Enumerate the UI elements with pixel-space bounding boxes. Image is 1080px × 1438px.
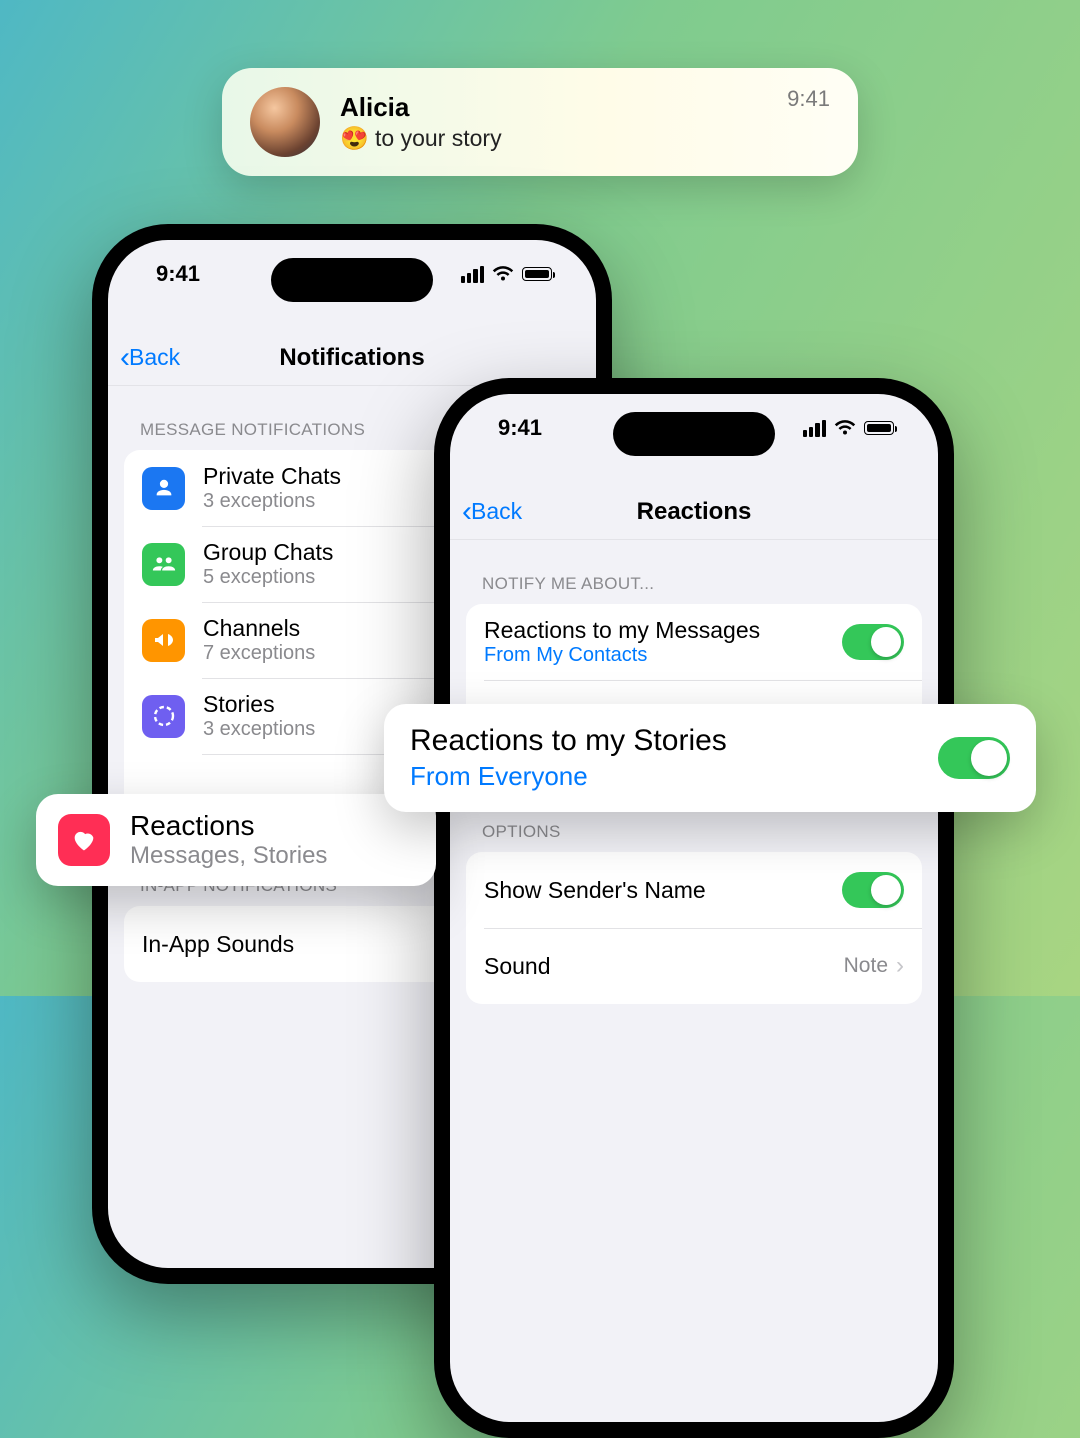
back-label: Back <box>471 498 522 525</box>
dynamic-island <box>613 412 775 456</box>
group-icon <box>142 543 185 586</box>
row-subtitle: 3 exceptions <box>203 490 341 513</box>
cellular-icon <box>461 266 484 283</box>
row-title: In-App Sounds <box>142 931 294 958</box>
row-title: Reactions to my Messages <box>484 617 760 644</box>
row-reactions-stories[interactable]: Reactions to my Stories From Everyone <box>384 704 1036 812</box>
person-icon <box>142 467 185 510</box>
row-subtitle: 7 exceptions <box>203 642 315 665</box>
back-label: Back <box>129 344 180 371</box>
row-subtitle: From My Contacts <box>484 644 760 667</box>
row-subtitle: 3 exceptions <box>203 718 315 741</box>
back-button[interactable]: ‹ Back <box>462 497 522 527</box>
heart-eyes-emoji: 😍 <box>340 125 369 151</box>
toggle-show-sender[interactable] <box>842 872 904 908</box>
back-button[interactable]: ‹ Back <box>120 343 180 373</box>
notification-text: 😍 to your story <box>340 125 787 152</box>
wifi-icon <box>834 420 856 436</box>
phone-right: 9:41 ‹ Back Reactions NOTIFY ME ABOUT...… <box>434 378 954 1438</box>
row-sound[interactable]: Sound Note › <box>466 928 922 1004</box>
cellular-icon <box>803 420 826 437</box>
row-title: Reactions <box>130 810 327 842</box>
megaphone-icon <box>142 619 185 662</box>
row-subtitle: 5 exceptions <box>203 566 333 589</box>
avatar <box>250 87 320 157</box>
row-title: Sound <box>484 953 551 980</box>
row-title: Group Chats <box>203 539 333 566</box>
battery-icon <box>522 267 552 281</box>
row-reactions[interactable]: Reactions Messages, Stories <box>36 794 436 886</box>
sound-value: Note <box>844 954 888 978</box>
row-show-sender[interactable]: Show Sender's Name <box>466 852 922 928</box>
section-header-options: OPTIONS <box>450 810 938 852</box>
chevron-right-icon: › <box>896 952 904 980</box>
row-subtitle: Messages, Stories <box>130 842 327 870</box>
status-time: 9:41 <box>498 415 542 441</box>
heart-icon <box>58 814 110 866</box>
reactions-content[interactable]: NOTIFY ME ABOUT... Reactions to my Messa… <box>450 542 938 1422</box>
nav-title: Notifications <box>108 344 596 372</box>
wifi-icon <box>492 266 514 282</box>
row-title: Private Chats <box>203 463 341 490</box>
nav-title: Reactions <box>450 498 938 526</box>
notification-message: to your story <box>375 125 502 151</box>
toggle-reactions-stories[interactable] <box>938 737 1010 779</box>
stories-icon <box>142 695 185 738</box>
story-reaction-notification[interactable]: Alicia 😍 to your story 9:41 <box>222 68 858 176</box>
options-list: Show Sender's Name Sound Note › <box>466 852 922 1004</box>
dynamic-island <box>271 258 433 302</box>
row-title: Show Sender's Name <box>484 877 706 904</box>
toggle-reactions-messages[interactable] <box>842 624 904 660</box>
notification-time: 9:41 <box>787 86 830 112</box>
row-reactions-messages[interactable]: Reactions to my Messages From My Contact… <box>466 604 922 680</box>
battery-icon <box>864 421 894 435</box>
row-subtitle: From Everyone <box>410 761 727 792</box>
nav-bar: ‹ Back Reactions <box>450 484 938 540</box>
notification-sender: Alicia <box>340 92 787 123</box>
row-title: Channels <box>203 615 315 642</box>
row-title: Stories <box>203 691 315 718</box>
status-time: 9:41 <box>156 261 200 287</box>
screen-reactions: 9:41 ‹ Back Reactions NOTIFY ME ABOUT...… <box>450 394 938 1422</box>
row-title: Reactions to my Stories <box>410 724 727 758</box>
notification-body: Alicia 😍 to your story <box>340 92 787 152</box>
section-header-notify: NOTIFY ME ABOUT... <box>450 562 938 604</box>
